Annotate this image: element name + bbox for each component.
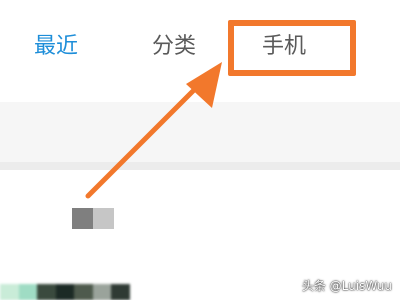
- tab-recent[interactable]: 最近: [34, 30, 78, 64]
- watermark: 头条 @LuisWuu: [301, 279, 392, 293]
- strip-block: [55, 284, 75, 300]
- divider: [0, 162, 400, 170]
- file-thumbnail[interactable]: [72, 208, 114, 229]
- blurred-thumbnail-strip: [0, 284, 131, 300]
- search-band: [0, 102, 400, 162]
- thumbnail-left-block: [72, 208, 93, 229]
- strip-block: [37, 284, 56, 300]
- tab-category[interactable]: 分类: [152, 30, 196, 64]
- strip-block: [92, 284, 112, 300]
- strip-block: [0, 284, 19, 300]
- thumbnail-right-block: [93, 208, 114, 229]
- strip-block: [111, 284, 131, 300]
- strip-block: [18, 284, 38, 300]
- highlight-box: [228, 20, 356, 76]
- strip-block: [74, 284, 93, 300]
